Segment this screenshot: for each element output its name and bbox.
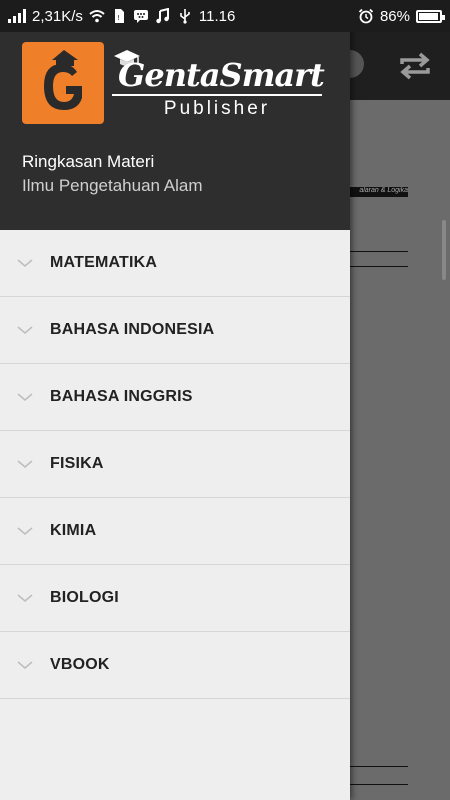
background-scrollbar[interactable]: [442, 220, 446, 280]
menu-item-label: VBOOK: [50, 656, 110, 673]
battery-icon: [416, 9, 445, 23]
brand-name: GentaSmart: [118, 56, 325, 94]
navigation-drawer: G GentaSmart Publisher Ringkasan Materi …: [0, 0, 350, 800]
sim-card-icon: !: [114, 9, 124, 23]
chevron-down-icon: [17, 259, 33, 267]
subject-menu: MATEMATIKA BAHASA INDONESIA BAHASA INGGR…: [0, 230, 350, 699]
background-line: [344, 266, 408, 267]
chevron-down-icon: [17, 527, 33, 535]
chevron-down-icon: [17, 661, 33, 669]
gentasmart-logo: G: [22, 42, 104, 124]
menu-item-label: BAHASA INDONESIA: [50, 321, 215, 338]
menu-item-label: FISIKA: [50, 455, 104, 472]
wifi-icon: [89, 10, 105, 23]
network-speed: 2,31K/s: [32, 7, 83, 25]
brand-subtitle: Publisher: [163, 98, 271, 119]
battery-percent: 86%: [379, 7, 410, 25]
background-line: [344, 251, 408, 252]
menu-item-biologi[interactable]: BIOLOGI: [0, 565, 350, 632]
drawer-header: G GentaSmart Publisher Ringkasan Materi …: [0, 0, 350, 230]
menu-item-kimia[interactable]: KIMIA: [0, 498, 350, 565]
signal-icon: [8, 9, 26, 23]
chevron-down-icon: [17, 460, 33, 468]
logo-g-icon: G: [44, 50, 82, 110]
chevron-down-icon: [17, 393, 33, 401]
status-time: 11.16: [198, 7, 236, 25]
music-icon: [156, 8, 169, 24]
chevron-down-icon: [17, 326, 33, 334]
svg-text:!: !: [117, 14, 120, 22]
bbm-icon: [133, 10, 148, 23]
background-line: [344, 784, 408, 785]
menu-item-bahasa-indonesia[interactable]: BAHASA INDONESIA: [0, 297, 350, 364]
background-strip: alaran & Logika: [344, 187, 408, 197]
svg-text:G: G: [63, 91, 64, 93]
brand-rule: [112, 94, 322, 96]
usb-icon: [180, 9, 190, 24]
menu-item-bahasa-inggris[interactable]: BAHASA INGGRIS: [0, 364, 350, 431]
drawer-subtitle: Ilmu Pengetahuan Alam: [22, 176, 203, 195]
menu-item-vbook[interactable]: VBOOK: [0, 632, 350, 699]
chevron-down-icon: [17, 594, 33, 602]
menu-item-fisika[interactable]: FISIKA: [0, 431, 350, 498]
menu-item-label: KIMIA: [50, 522, 97, 539]
repeat-icon[interactable]: [396, 50, 434, 82]
menu-item-label: BIOLOGI: [50, 589, 119, 606]
brand-wordmark: GentaSmart Publisher: [112, 56, 325, 120]
menu-item-label: BAHASA INGGRIS: [50, 388, 193, 405]
alarm-icon: [358, 8, 374, 24]
menu-item-label: MATEMATIKA: [50, 254, 158, 271]
drawer-title: Ringkasan Materi: [22, 152, 155, 171]
background-line: [344, 766, 408, 767]
status-bar: 2,31K/s ! 11.16 86%: [0, 0, 450, 32]
menu-item-matematika[interactable]: MATEMATIKA: [0, 230, 350, 297]
